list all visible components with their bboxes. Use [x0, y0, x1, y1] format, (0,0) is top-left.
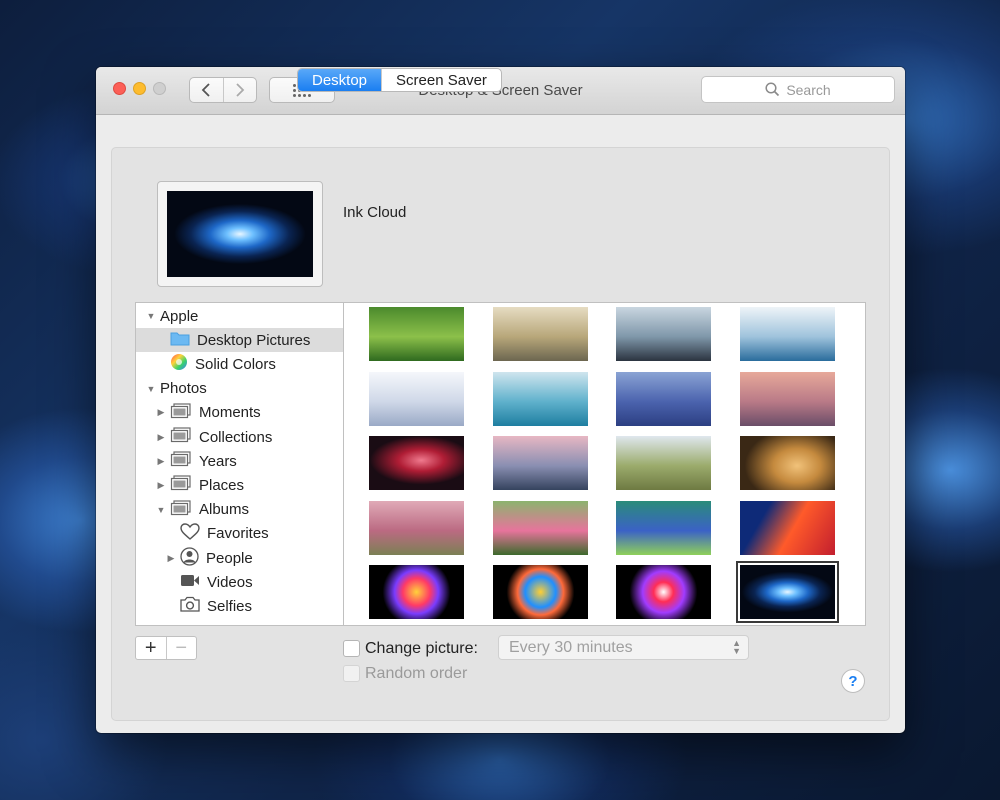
camera-icon: [180, 596, 200, 616]
sidebar-item-label: Albums: [199, 501, 250, 519]
sidebar-item-label: Favorites: [207, 525, 269, 543]
current-picture-image: [167, 191, 313, 277]
help-button[interactable]: ?: [841, 669, 865, 693]
video-camera-icon: [180, 574, 200, 591]
sidebar-item-label: Places: [199, 476, 245, 494]
tab-desktop[interactable]: Desktop: [298, 69, 382, 91]
forward-button[interactable]: [222, 78, 257, 102]
search-icon: [765, 82, 780, 97]
wallpaper-thumb-color-burst-1[interactable]: [369, 565, 464, 619]
disclosure-open-icon[interactable]: ▼: [146, 311, 156, 321]
add-folder-button[interactable]: +: [136, 637, 166, 659]
disclosure-open-icon[interactable]: ▼: [146, 384, 156, 394]
wallpaper-thumb-pink-lake[interactable]: [492, 436, 588, 490]
disclosure-closed-icon[interactable]: ▶: [156, 407, 166, 418]
wallpaper-thumb-blue-pond[interactable]: [492, 371, 588, 426]
current-picture-name: Ink Cloud: [343, 204, 407, 221]
disclosure-open-icon[interactable]: ▼: [156, 505, 166, 515]
album-stack-icon: [170, 427, 192, 447]
change-picture-label: Change picture:: [365, 640, 478, 657]
current-picture-preview: [157, 181, 323, 287]
tab-segmented-control: Desktop Screen Saver: [297, 68, 502, 92]
random-order-checkbox[interactable]: [343, 665, 360, 682]
sidebar-item-desktop-pictures[interactable]: Desktop Pictures: [136, 328, 343, 353]
zoom-button[interactable]: [153, 82, 166, 95]
add-remove-control: + −: [135, 636, 197, 660]
sidebar-item-places[interactable]: ▶ Places: [136, 473, 343, 497]
wallpaper-grid: [344, 302, 866, 626]
wallpaper-thumb-pink-dunes[interactable]: [739, 371, 835, 426]
wallpaper-thumb-green-aerial[interactable]: [616, 500, 711, 555]
change-picture-checkbox[interactable]: [343, 640, 360, 657]
source-list[interactable]: ▼ Apple Desktop Pictures Solid Colors ▼ Photo…: [135, 302, 344, 626]
sidebar-item-people[interactable]: ▶ People: [136, 546, 343, 570]
sidebar-item-label: People: [206, 549, 253, 567]
sidebar-item-label: Solid Colors: [195, 355, 276, 373]
color-wheel-icon: [170, 353, 188, 375]
wallpaper-thumb-misty-mountains[interactable]: [616, 307, 711, 361]
sidebar-item-label: Photos: [160, 380, 207, 398]
wallpaper-thumb-lion[interactable]: [739, 436, 835, 490]
disclosure-closed-icon[interactable]: ▶: [166, 553, 176, 564]
folder-icon: [170, 331, 190, 350]
wallpaper-thumb-color-burst-3[interactable]: [616, 565, 711, 619]
wallpaper-thumb-green-fields[interactable]: [369, 307, 464, 361]
wallpaper-thumb-ice-floes[interactable]: [739, 307, 835, 361]
minimize-button[interactable]: [133, 82, 146, 95]
sidebar-item-moments[interactable]: ▶ Moments: [136, 401, 343, 425]
sidebar-item-label: Collections: [199, 428, 273, 446]
wallpaper-thumb-orange-feathers[interactable]: [739, 500, 835, 555]
remove-folder-button[interactable]: −: [165, 637, 197, 659]
sidebar-item-selfies[interactable]: Selfies: [136, 594, 343, 618]
back-button[interactable]: [190, 78, 223, 102]
back-forward-group: [189, 77, 257, 103]
wallpaper-thumb-elephant-savanna[interactable]: [616, 436, 711, 490]
sidebar-item-albums[interactable]: ▼ Albums: [136, 498, 343, 522]
sidebar-item-label: Years: [199, 452, 237, 470]
interval-popup[interactable]: Every 30 minutes ▲ ▼: [498, 635, 749, 660]
interval-value: Every 30 minutes: [509, 638, 633, 656]
sidebar-item-label: Apple: [160, 307, 199, 325]
album-stack-icon: [170, 403, 192, 423]
album-stack-icon: [170, 451, 192, 471]
sidebar-item-photos[interactable]: ▼ Photos: [136, 377, 343, 401]
wallpaper-thumb-poppies[interactable]: [492, 500, 588, 555]
disclosure-closed-icon[interactable]: ▶: [156, 432, 166, 443]
wallpaper-thumb-red-canyon[interactable]: [369, 436, 464, 490]
search-placeholder: Search: [786, 81, 831, 98]
updown-arrows-icon: ▲ ▼: [732, 638, 741, 656]
wallpaper-thumb-foggy-forest[interactable]: [492, 307, 588, 361]
sidebar-item-favorites[interactable]: Favorites: [136, 522, 343, 546]
sidebar-item-label: Desktop Pictures: [197, 331, 311, 349]
wallpaper-thumb-ink-cloud[interactable]: [735, 561, 839, 623]
chevron-left-icon: [201, 83, 210, 97]
sidebar-item-label: Videos: [207, 573, 253, 591]
sidebar-item-collections[interactable]: ▶ Collections: [136, 425, 343, 449]
sidebar-item-years[interactable]: ▶ Years: [136, 449, 343, 473]
wallpaper-thumb-pink-grass[interactable]: [369, 500, 464, 555]
sidebar-item-solid-colors[interactable]: Solid Colors: [136, 352, 343, 376]
album-stack-icon: [170, 475, 192, 495]
close-button[interactable]: [113, 82, 126, 95]
sidebar-item-videos[interactable]: Videos: [136, 570, 343, 594]
disclosure-closed-icon[interactable]: ▶: [156, 480, 166, 491]
random-order-label: Random order: [365, 665, 468, 682]
heart-icon: [180, 523, 200, 544]
wallpaper-thumb-snow-drifts[interactable]: [369, 371, 464, 426]
sidebar-item-label: Moments: [199, 404, 261, 422]
album-stack-icon: [170, 499, 192, 520]
search-field[interactable]: Search: [701, 76, 895, 103]
person-icon: [180, 546, 199, 570]
tab-screen-saver[interactable]: Screen Saver: [381, 69, 501, 91]
chevron-right-icon: [236, 83, 245, 97]
wallpaper-thumb-color-burst-2[interactable]: [492, 565, 588, 619]
sidebar-item-label: Selfies: [207, 597, 253, 615]
sidebar-item-apple[interactable]: ▼ Apple: [136, 304, 343, 328]
wallpaper-thumb-blue-glacier[interactable]: [616, 371, 711, 426]
disclosure-closed-icon[interactable]: ▶: [156, 456, 166, 467]
